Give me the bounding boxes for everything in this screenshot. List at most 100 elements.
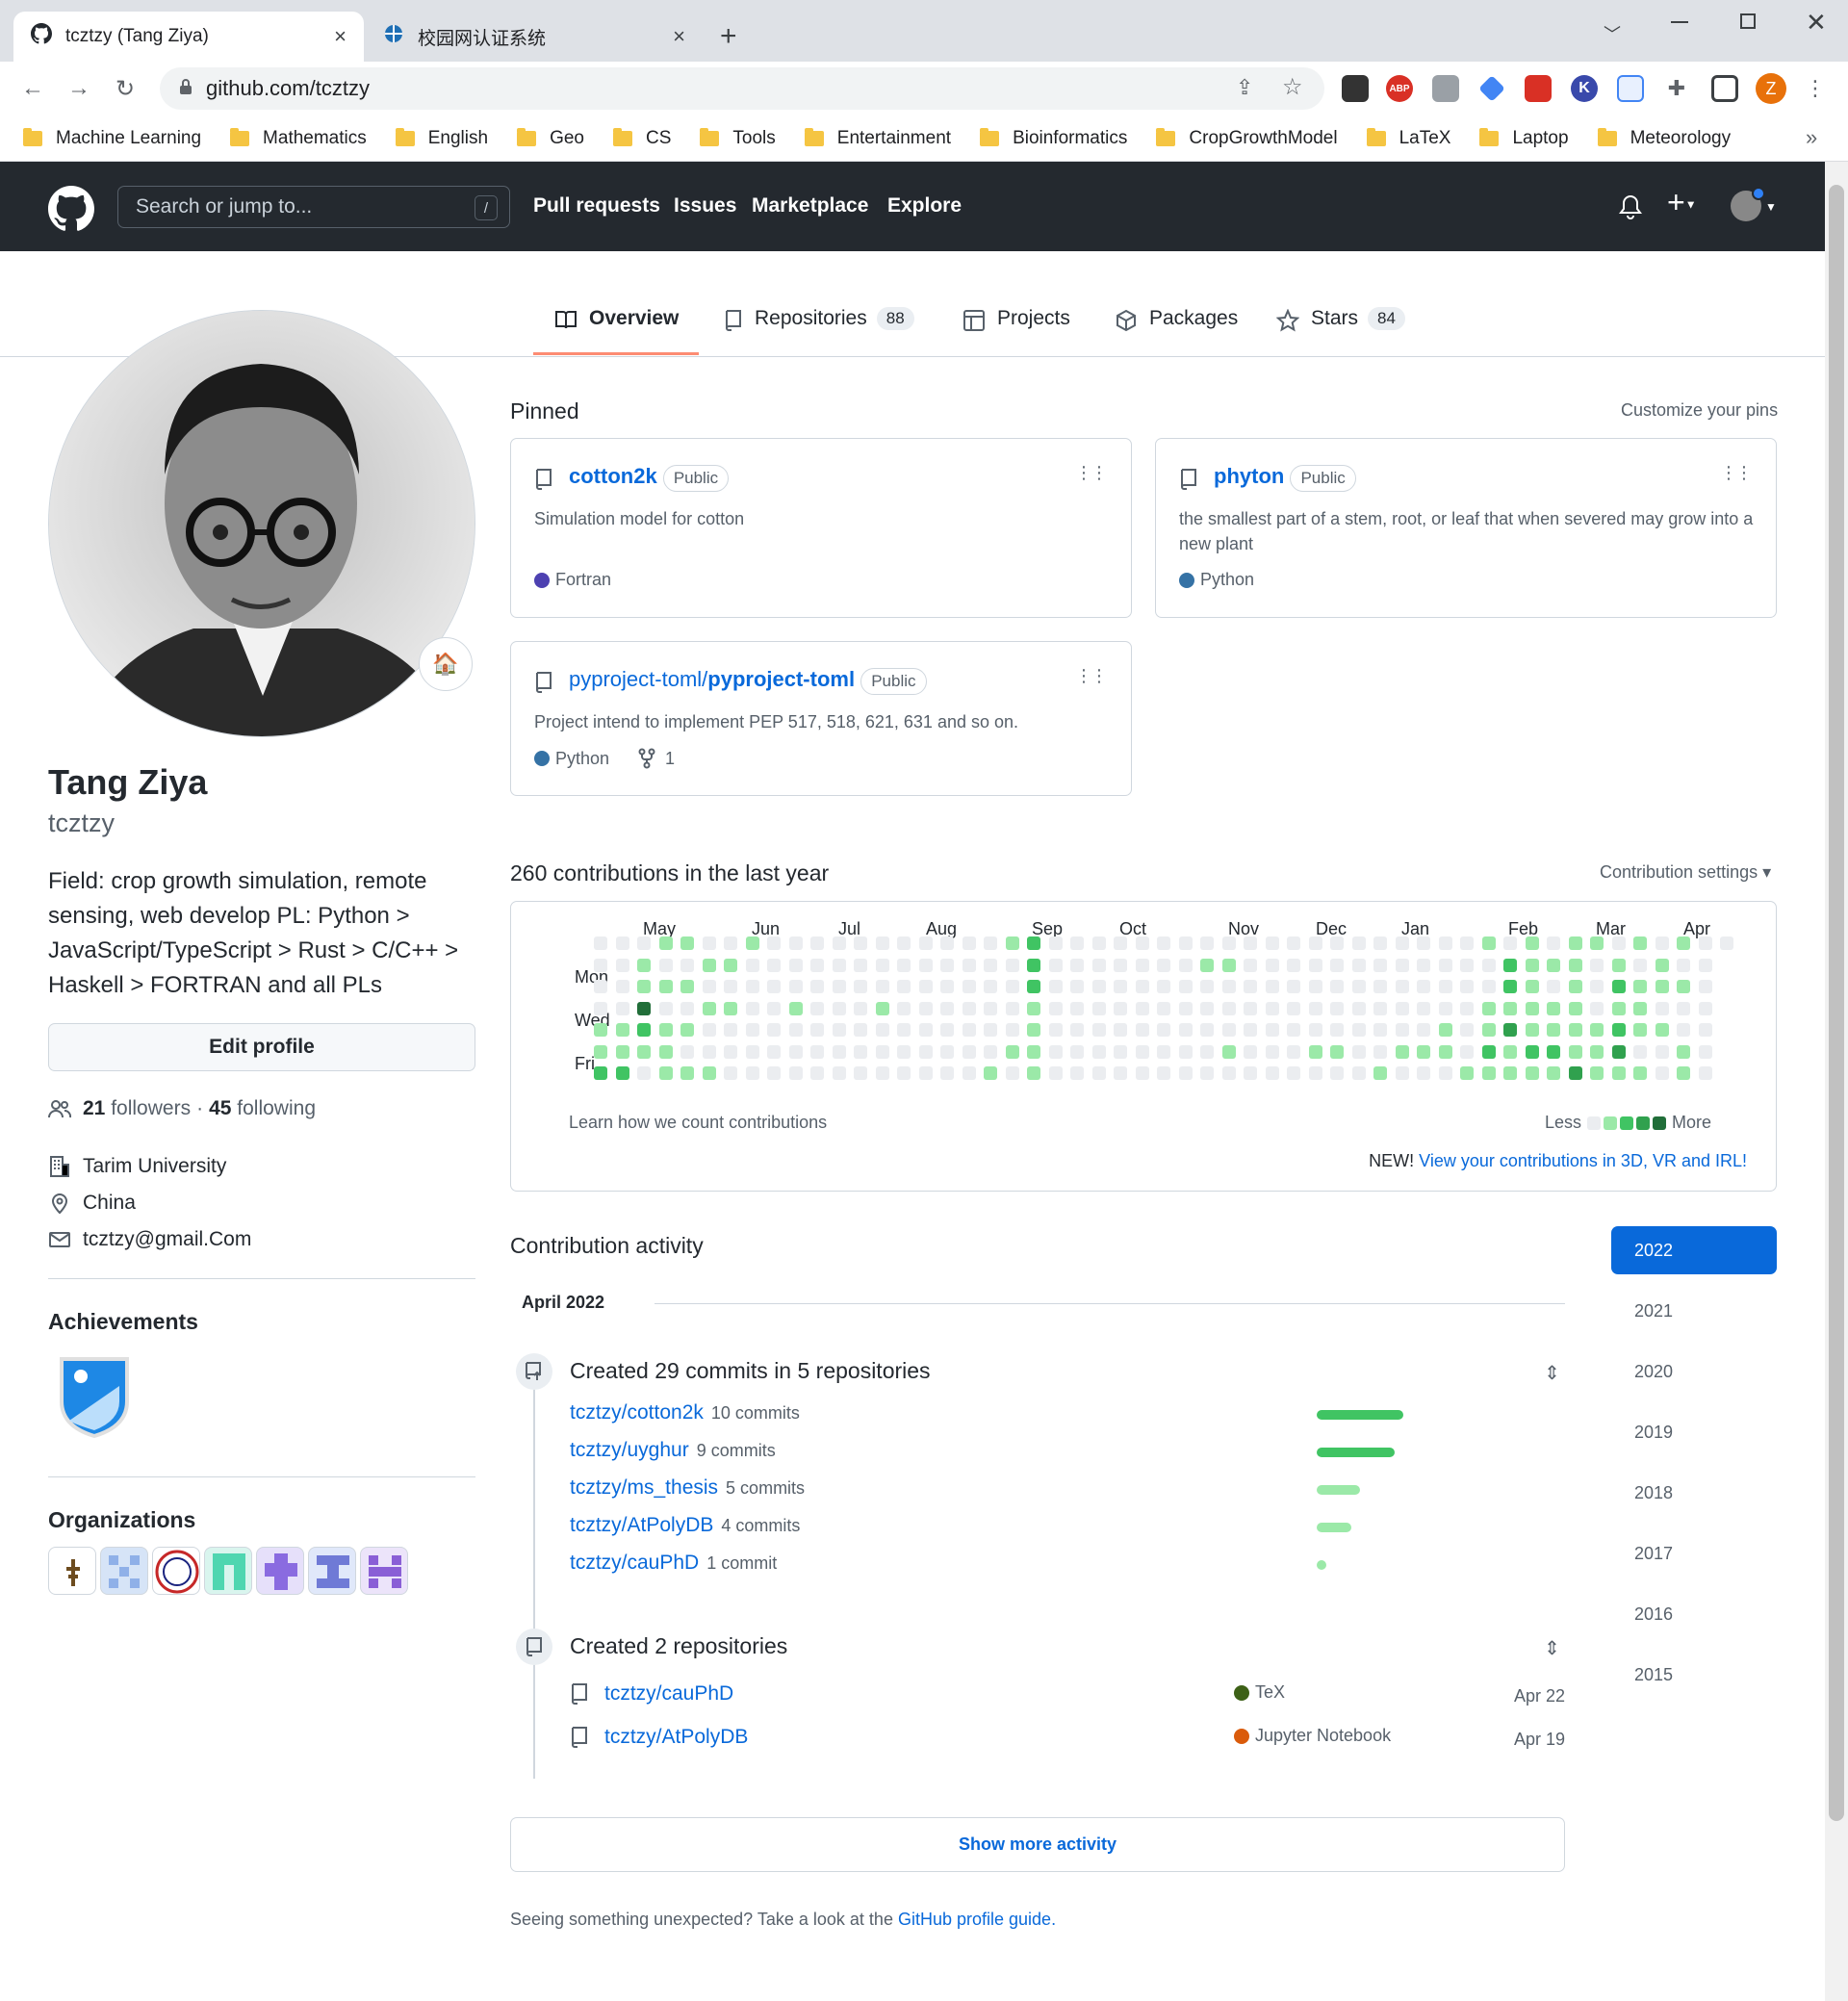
contribution-day[interactable] xyxy=(1590,1066,1604,1080)
contribution-day[interactable] xyxy=(810,1044,824,1059)
contribution-day[interactable] xyxy=(1330,958,1344,972)
forward-icon[interactable]: → xyxy=(60,69,98,108)
contribution-day[interactable] xyxy=(1611,958,1626,972)
contribution-day[interactable] xyxy=(1611,980,1626,993)
bookmark-folder[interactable]: Machine Learning xyxy=(23,127,201,149)
contribution-day[interactable] xyxy=(680,958,694,972)
contribution-day[interactable] xyxy=(1395,980,1409,993)
contribution-day[interactable] xyxy=(1265,1066,1279,1080)
contribution-day[interactable] xyxy=(1395,1023,1409,1037)
contribution-day[interactable] xyxy=(1633,958,1647,972)
customize-pins-link[interactable]: Customize your pins xyxy=(1621,400,1778,421)
contribution-day[interactable] xyxy=(875,1023,889,1037)
contribution-day[interactable] xyxy=(1417,1066,1430,1080)
contribution-day[interactable] xyxy=(854,1001,867,1015)
contribution-day[interactable] xyxy=(1655,1001,1669,1015)
contribution-day[interactable] xyxy=(1481,1001,1496,1015)
contribution-day[interactable] xyxy=(1633,1044,1647,1059)
contribution-day[interactable] xyxy=(940,980,954,993)
contribution-day[interactable] xyxy=(1221,980,1236,993)
contribution-day[interactable] xyxy=(918,936,933,950)
contribution-day[interactable] xyxy=(1698,936,1712,950)
contribution-day[interactable] xyxy=(1070,980,1084,993)
side-panel-icon[interactable] xyxy=(1711,75,1738,102)
contribution-day[interactable] xyxy=(724,1001,737,1015)
contribution-day[interactable] xyxy=(1070,958,1084,972)
extension-cube-icon[interactable] xyxy=(1342,75,1369,102)
contribution-day[interactable] xyxy=(788,1066,803,1080)
contribution-day[interactable] xyxy=(637,980,651,993)
contribution-day[interactable] xyxy=(702,1066,716,1080)
gmail-checker-icon[interactable] xyxy=(1432,75,1459,102)
contribution-day[interactable] xyxy=(702,936,716,950)
contribution-day[interactable] xyxy=(1438,1066,1452,1080)
contribution-day[interactable] xyxy=(1005,1066,1019,1080)
contribution-day[interactable] xyxy=(767,1023,781,1037)
contribution-day[interactable] xyxy=(1157,1044,1170,1059)
contribution-day[interactable] xyxy=(1503,936,1517,950)
contribution-day[interactable] xyxy=(1655,1066,1669,1080)
created-repo-link[interactable]: tcztzy/AtPolyDB xyxy=(604,1726,748,1749)
contribution-day[interactable] xyxy=(1265,980,1279,993)
contribution-day[interactable] xyxy=(1720,936,1733,950)
contribution-day[interactable] xyxy=(1351,1066,1366,1080)
contribution-day[interactable] xyxy=(1091,936,1106,950)
contribution-day[interactable] xyxy=(1178,1066,1193,1080)
contribution-day[interactable] xyxy=(1244,980,1257,993)
contribution-day[interactable] xyxy=(1027,1066,1040,1080)
contribution-day[interactable] xyxy=(1525,936,1539,950)
contribution-day[interactable] xyxy=(1460,936,1474,950)
contribution-day[interactable] xyxy=(1135,1044,1149,1059)
contribution-day[interactable] xyxy=(1221,1044,1236,1059)
contribution-day[interactable] xyxy=(1547,958,1560,972)
adblock-icon[interactable]: ABP xyxy=(1386,75,1413,102)
contribution-day[interactable] xyxy=(1135,936,1149,950)
contribution-day[interactable] xyxy=(1114,1044,1127,1059)
contribution-day[interactable] xyxy=(962,980,976,993)
contribution-day[interactable] xyxy=(1503,958,1517,972)
user-avatar-menu[interactable] xyxy=(1731,187,1765,221)
contribution-day[interactable] xyxy=(788,958,803,972)
contribution-day[interactable] xyxy=(745,1023,759,1037)
contribution-day[interactable] xyxy=(940,1023,954,1037)
contribution-day[interactable] xyxy=(745,1001,759,1015)
forks-count[interactable]: 1 xyxy=(638,748,675,769)
contribution-day[interactable] xyxy=(1395,1044,1409,1059)
close-tab-icon[interactable]: × xyxy=(334,24,346,49)
contribution-day[interactable] xyxy=(1178,958,1193,972)
contribution-day[interactable] xyxy=(1568,980,1582,993)
contribution-day[interactable] xyxy=(1481,958,1496,972)
contribution-day[interactable] xyxy=(1503,1023,1517,1037)
contribution-day[interactable] xyxy=(1590,936,1604,950)
contribution-day[interactable] xyxy=(788,980,803,993)
contribution-day[interactable] xyxy=(918,1001,933,1015)
contribution-day[interactable] xyxy=(615,980,629,993)
contribution-day[interactable] xyxy=(1547,1066,1560,1080)
contribution-day[interactable] xyxy=(1005,958,1019,972)
contribution-day[interactable] xyxy=(1114,980,1127,993)
contribution-day[interactable] xyxy=(788,1023,803,1037)
contribution-day[interactable] xyxy=(1287,958,1300,972)
contribution-day[interactable] xyxy=(1568,958,1582,972)
contribution-day[interactable] xyxy=(1135,958,1149,972)
contribution-day[interactable] xyxy=(1698,1023,1712,1037)
contribution-day[interactable] xyxy=(810,1023,824,1037)
contribution-day[interactable] xyxy=(1114,936,1127,950)
contribution-day[interactable] xyxy=(1157,958,1170,972)
create-new-button[interactable]: +▼ xyxy=(1667,185,1697,220)
contribution-day[interactable] xyxy=(1698,1066,1712,1080)
bookmark-folder[interactable]: Laptop xyxy=(1479,127,1569,149)
contribution-day[interactable] xyxy=(767,1044,781,1059)
contribution-day[interactable] xyxy=(702,1044,716,1059)
contribution-day[interactable] xyxy=(1244,958,1257,972)
created-repo-link[interactable]: tcztzy/cauPhD xyxy=(604,1682,733,1706)
contribution-day[interactable] xyxy=(1677,1066,1690,1080)
contribution-day[interactable] xyxy=(875,1044,889,1059)
close-tab-icon[interactable]: × xyxy=(673,24,685,49)
contribution-day[interactable] xyxy=(724,1066,737,1080)
tab-repositories[interactable]: Repositories 88 xyxy=(724,307,914,355)
contribution-day[interactable] xyxy=(615,958,629,972)
contribution-day[interactable] xyxy=(680,936,694,950)
contribution-day[interactable] xyxy=(724,1023,737,1037)
contribution-day[interactable] xyxy=(940,958,954,972)
